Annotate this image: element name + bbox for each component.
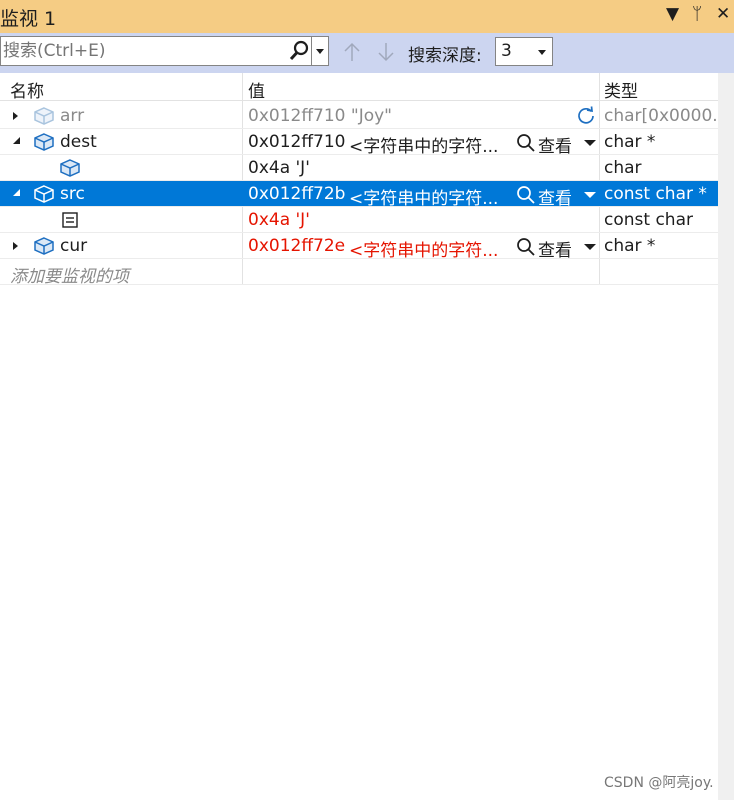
row-type: const char * — [604, 184, 707, 204]
expand-arrow-icon[interactable] — [13, 241, 21, 251]
row-value[interactable]: 0x012ff710 — [248, 132, 345, 152]
search-options-dropdown[interactable] — [311, 36, 329, 66]
chevron-down-icon — [538, 50, 546, 55]
search-input[interactable] — [1, 37, 273, 65]
watch-row-dest[interactable]: dest 0x012ff710 <字符串中的字符... 查看 char * — [0, 129, 718, 157]
vertical-scrollbar[interactable] — [718, 73, 734, 800]
variable-icon — [34, 107, 54, 125]
row-value[interactable]: 0x4a 'J' — [248, 158, 310, 178]
pin-button[interactable]: ᛘ — [692, 4, 702, 24]
expand-arrow-icon[interactable] — [13, 111, 21, 121]
row-value[interactable]: 0x012ff72b — [248, 184, 345, 204]
row-string-preview: <字符串中的字符... — [349, 241, 499, 261]
row-name: arr — [60, 106, 85, 126]
viewer-label: 查看 — [538, 241, 572, 261]
row-name: src — [60, 184, 85, 204]
watch-row-src[interactable]: src 0x012ff72b <字符串中的字符... 查看 const char… — [0, 181, 718, 209]
row-type: char — [604, 158, 642, 178]
refresh-icon[interactable] — [576, 106, 596, 126]
watch-row-cur[interactable]: cur 0x012ff72e <字符串中的字符... 查看 char * — [0, 233, 718, 261]
window-title: 监视 1 — [0, 8, 57, 30]
collapse-arrow-icon[interactable] — [13, 189, 21, 199]
watch-window-titlebar: 监视 1 ▼ ᛘ ✕ — [0, 0, 734, 33]
magnifier-icon — [517, 134, 535, 152]
row-string-preview: <字符串中的字符... — [349, 189, 499, 209]
watch-toolbar: 搜索深度: 3 — [0, 33, 734, 73]
search-box[interactable] — [0, 36, 311, 66]
row-value[interactable]: 0x4a 'J' — [248, 210, 310, 230]
viewer-label: 查看 — [538, 189, 572, 209]
search-depth-label: 搜索深度: — [408, 46, 482, 66]
row-value[interactable]: 0x012ff710 "Joy" — [248, 106, 392, 126]
watch-row-dest-child[interactable]: 0x4a 'J' char — [0, 155, 718, 181]
column-header-type[interactable]: 类型 — [604, 77, 638, 102]
arrow-up-icon[interactable] — [342, 40, 362, 64]
magnifier-icon — [517, 238, 535, 256]
search-depth-select[interactable]: 3 — [495, 37, 553, 66]
watch-grid: 名称 值 类型 arr 0x012ff710 "Joy" char[0x0000… — [0, 73, 729, 800]
close-button[interactable]: ✕ — [716, 4, 730, 24]
column-header-value[interactable]: 值 — [248, 77, 265, 102]
variable-icon — [34, 133, 54, 151]
arrow-down-icon[interactable] — [376, 40, 396, 64]
magnifier-icon — [517, 186, 535, 204]
variable-icon — [60, 159, 80, 177]
add-watch-placeholder[interactable]: 添加要监视的项 — [10, 262, 129, 287]
dropdown-menu-button[interactable]: ▼ — [666, 4, 679, 24]
add-watch-item-row[interactable]: 添加要监视的项 — [0, 259, 718, 287]
row-string-preview: <字符串中的字符... — [349, 137, 499, 157]
field-icon — [62, 212, 78, 228]
watch-row-arr[interactable]: arr 0x012ff710 "Joy" char[0x0000... — [0, 103, 729, 129]
watch-row-src-child[interactable]: 0x4a 'J' const char — [0, 207, 718, 233]
chevron-down-icon[interactable] — [584, 140, 596, 146]
search-icon[interactable] — [288, 39, 310, 63]
viewer-label: 查看 — [538, 137, 572, 157]
variable-icon — [34, 185, 54, 203]
chevron-down-icon[interactable] — [584, 244, 596, 250]
row-name: dest — [60, 132, 97, 152]
row-name: cur — [60, 236, 88, 256]
row-type: char * — [604, 236, 656, 256]
watermark: CSDN @阿亮joy. — [604, 775, 714, 791]
column-header-name[interactable]: 名称 — [10, 77, 44, 102]
column-header-row: 名称 值 类型 — [0, 73, 718, 102]
search-depth-value: 3 — [501, 41, 512, 61]
variable-icon — [34, 237, 54, 255]
collapse-arrow-icon[interactable] — [13, 137, 21, 147]
row-value[interactable]: 0x012ff72e — [248, 236, 345, 256]
row-type: const char — [604, 210, 693, 230]
row-type: char[0x0000... — [604, 106, 729, 126]
row-type: char * — [604, 132, 656, 152]
chevron-down-icon[interactable] — [584, 192, 596, 198]
